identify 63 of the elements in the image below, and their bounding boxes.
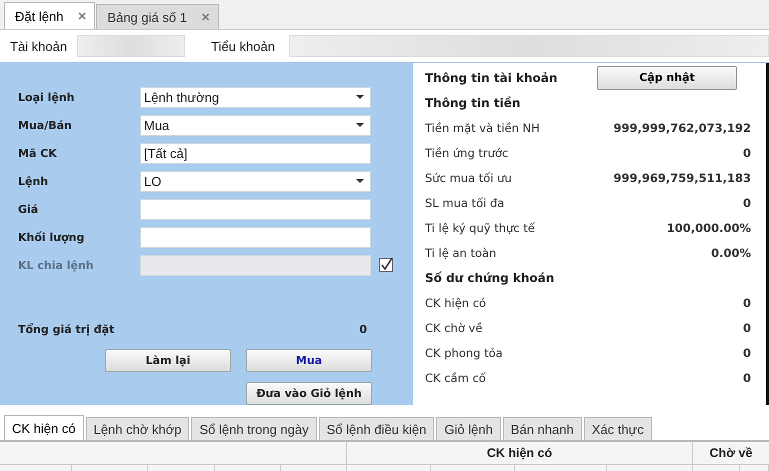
column-header: Chờ về [710,446,752,460]
dropdown[interactable]: Lệnh thường [140,86,371,108]
dropdown-caret-icon[interactable] [356,95,364,99]
info-value: 0 [742,296,751,310]
info-value: 0 [742,196,751,210]
tab[interactable]: CK hiện có [4,415,84,440]
info-label: Tiền ứng trước [425,146,508,160]
info-value: 0 [742,146,751,160]
section-title: Thông tin tiền [425,96,520,110]
field-label: KL chia lệnh [18,258,95,272]
total-value: 0 [359,323,367,336]
info-label: CK chờ về [425,320,482,334]
field-label: Mã CK [18,146,58,160]
info-label: CK cầm cố [425,370,486,384]
account-field[interactable] [77,35,186,57]
field-label: Khối lượng [18,230,86,244]
field-label: Loại lệnh [18,90,76,104]
tab[interactable]: Sổ lệnh điều kiện [318,417,434,440]
info-label: Ti lệ an toàn [425,246,496,260]
info-value: 0.00% [711,246,751,260]
info-value: 0 [742,320,751,334]
close-icon[interactable]: ✕ [77,10,86,22]
refresh-button[interactable]: Cập nhật [597,66,737,90]
dropdown[interactable]: LO [140,170,371,192]
panel-title: Thông tin tài khoản [425,70,558,84]
tab[interactable]: Xác thực [584,417,652,440]
action-button[interactable]: Làm lại [105,349,231,372]
section-title: Số dư chứng khoán [425,270,554,284]
info-label: CK hiện có [425,296,486,310]
info-value: 999,999,762,073,192 [613,120,751,134]
info-value: 100,000.00% [666,220,751,234]
subaccount-field[interactable] [288,35,769,57]
field-label: Mua/Bán [18,118,73,132]
account-label: Tài khoản [10,38,68,54]
field-label: Lệnh [18,174,50,188]
column-header: CK hiện có [486,446,552,460]
info-label: Tiền mặt và tiền NH [425,120,540,134]
info-label: Sức mua tối ưu [425,170,512,184]
tab[interactable]: Bán nhanh [502,417,582,440]
info-label: SL mua tối đa [425,196,504,210]
tab[interactable]: Lệnh chờ khớp [86,417,190,440]
total-label: Tổng giá trị đặt [18,323,114,336]
action-button[interactable]: Mua [246,349,372,372]
action-button[interactable]: Đưa vào Giỏ lệnh [246,382,372,405]
subaccount-label: Tiểu khoản [211,38,275,54]
input-field[interactable]: [Tất cả] [140,142,371,164]
tab[interactable]: Sổ lệnh trong ngày [191,417,317,440]
input-field[interactable] [140,226,371,248]
field-label: Giá [18,202,40,216]
tab[interactable]: Đặt lệnh ✕ [4,2,96,29]
dropdown-caret-icon[interactable] [356,123,364,127]
tab[interactable]: Giỏ lệnh [436,417,501,440]
tab-label: Đặt lệnh [15,8,64,24]
input-field[interactable] [140,198,371,220]
info-value: 0 [742,346,751,360]
info-label: CK phong tỏa [425,346,503,360]
info-value: 0 [742,370,751,384]
dropdown[interactable]: Mua [140,114,371,136]
dropdown-caret-icon[interactable] [356,179,364,183]
tab-label: Bảng giá số 1 [107,10,187,24]
info-label: Ti lệ ký quỹ thực tế [425,220,535,234]
info-value: 999,969,759,511,183 [613,170,751,184]
tab[interactable]: Bảng giá số 1 ✕ [96,4,219,29]
